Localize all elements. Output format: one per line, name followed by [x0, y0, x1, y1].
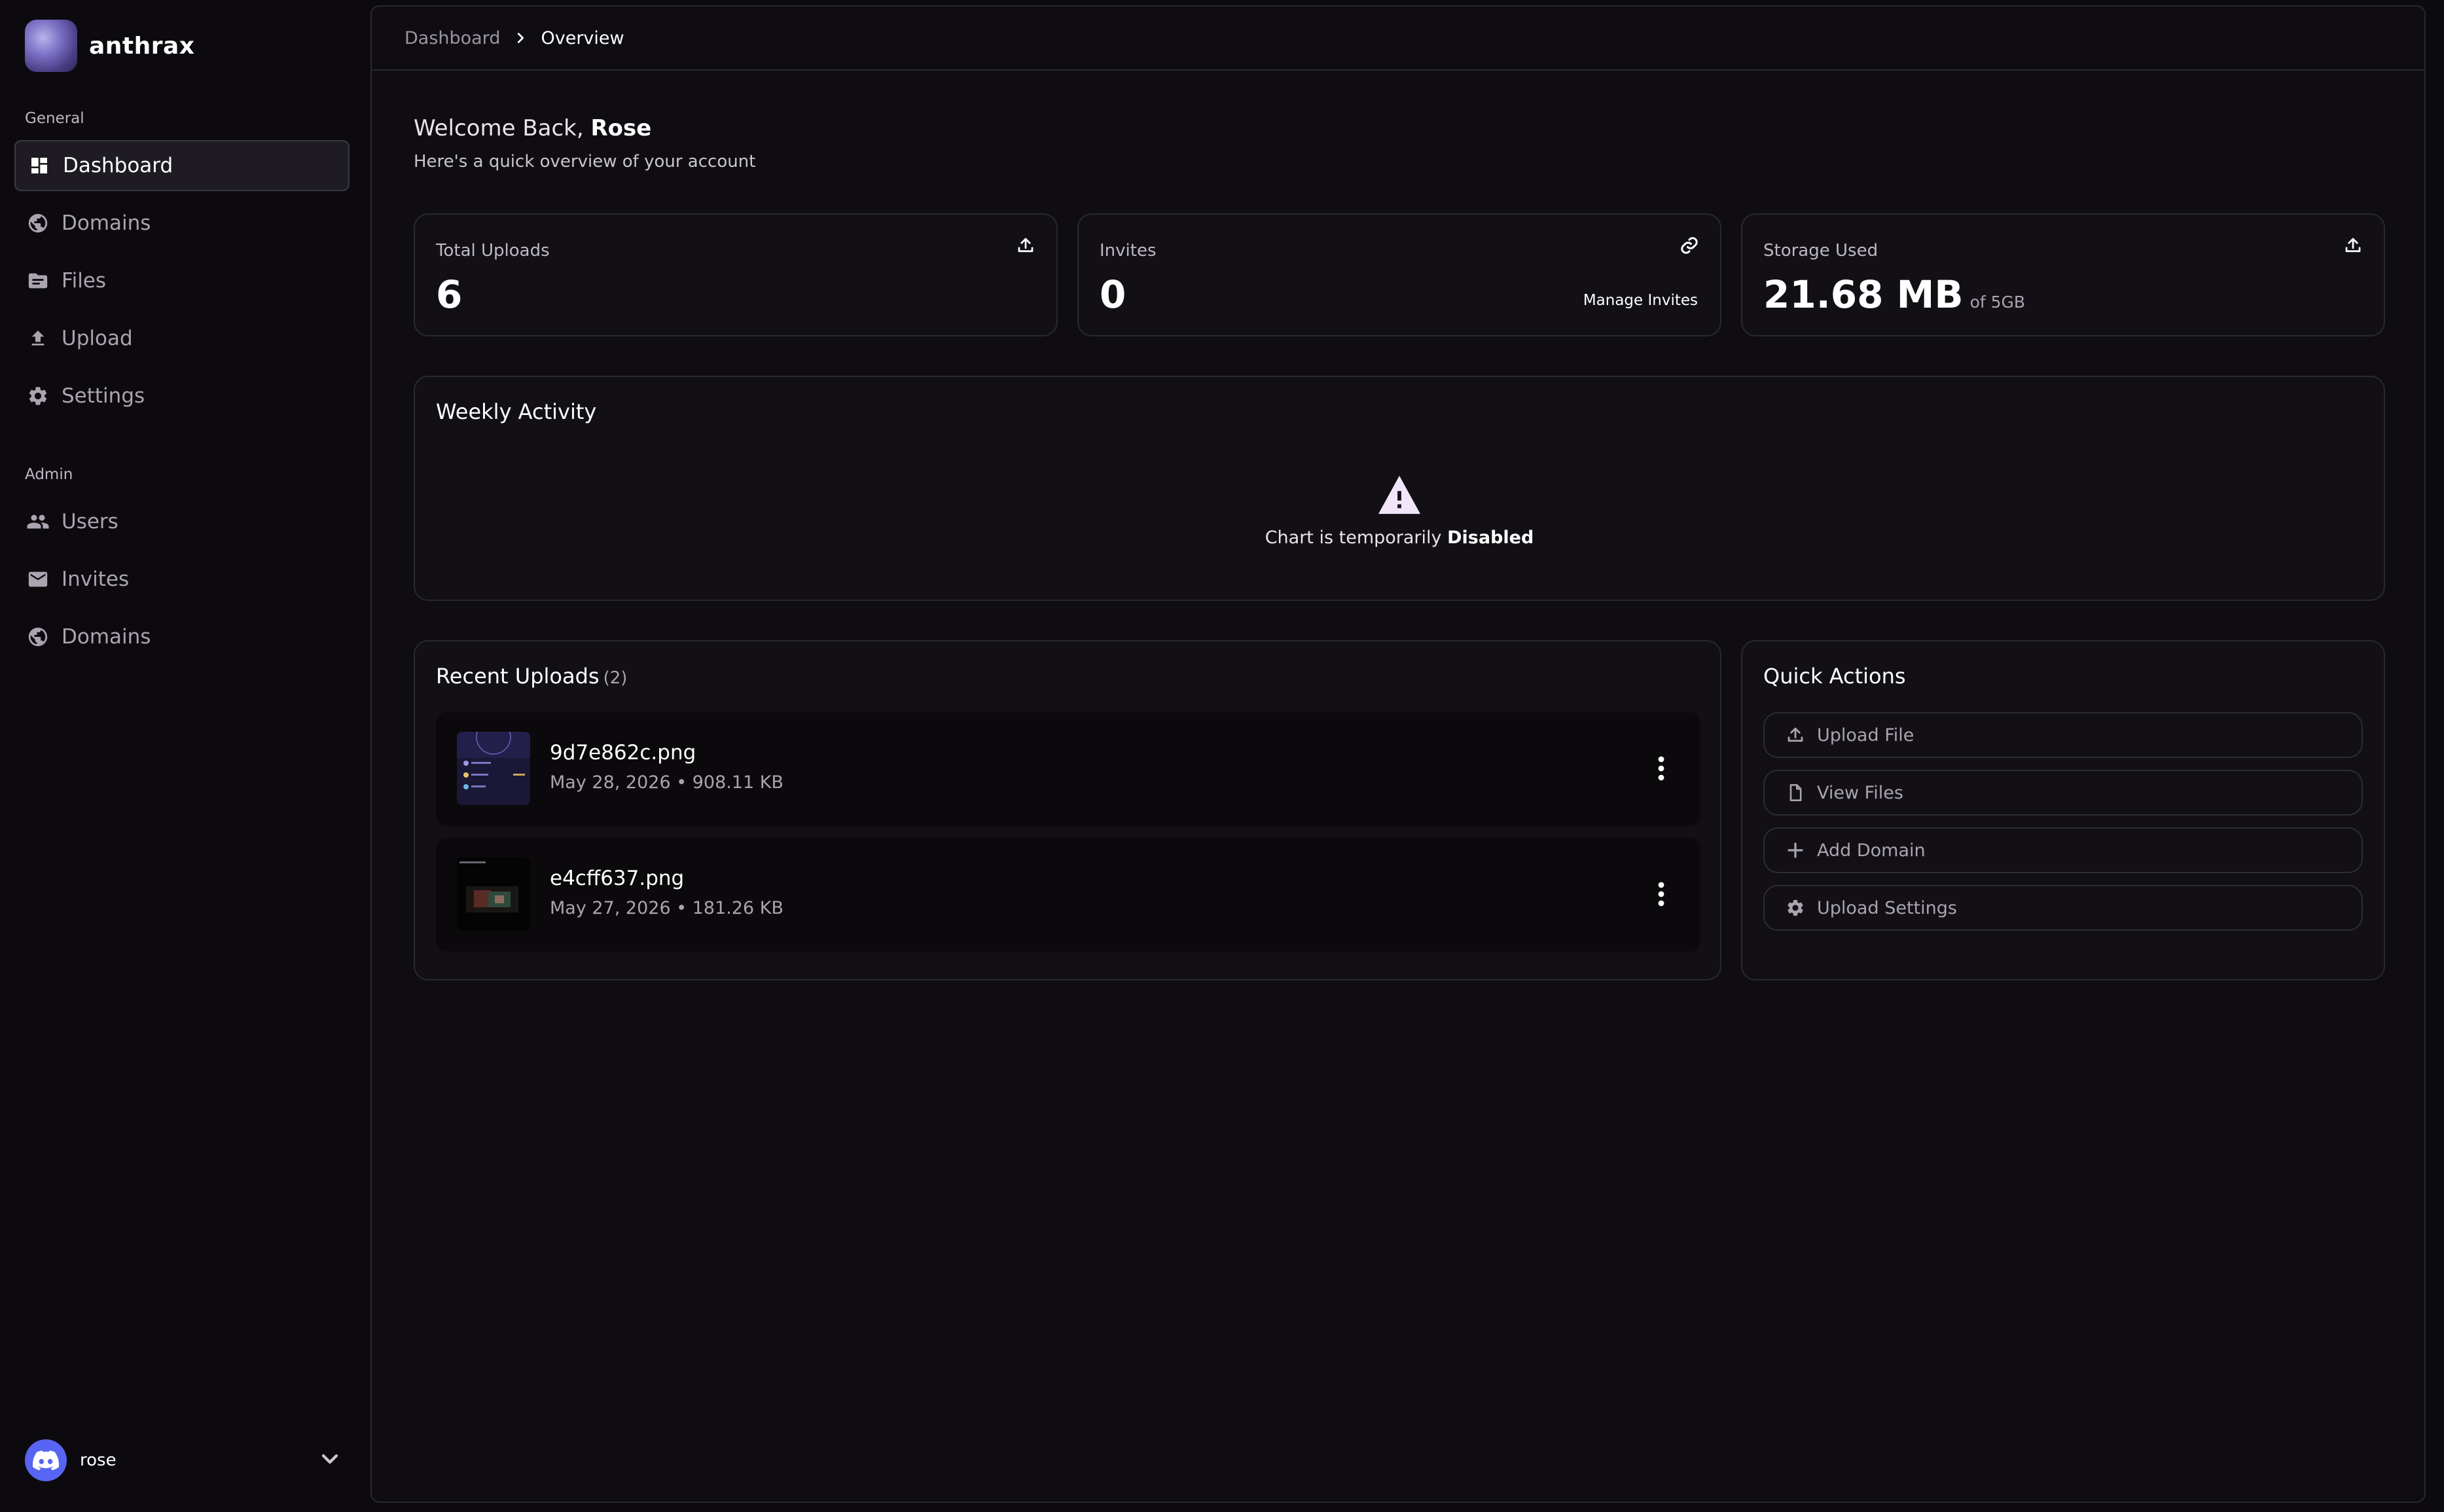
gear-icon [1786, 898, 1805, 918]
file-meta: May 28, 2026 • 908.11 KB [550, 772, 784, 793]
brand-name: anthrax [89, 32, 195, 60]
chevron-down-icon[interactable] [317, 1446, 343, 1475]
view-files-button[interactable]: View Files [1763, 770, 2363, 816]
recent-uploads-card: Recent Uploads (2) 9d7e862c.png May 28, 2… [414, 640, 1721, 981]
breadcrumb-parent[interactable]: Dashboard [404, 28, 500, 48]
manage-invites-link[interactable]: Manage Invites [1583, 292, 1698, 309]
button-label: Upload File [1817, 725, 1914, 746]
sidebar-item-label: Upload [62, 327, 133, 350]
sidebar-item-invites[interactable]: Invites [14, 554, 350, 605]
welcome-heading: Welcome Back, Rose [414, 115, 651, 141]
stat-label: Invites [1100, 241, 1157, 261]
button-label: View Files [1817, 782, 1903, 803]
stat-card-uploads: Total Uploads 6 [414, 213, 1058, 336]
welcome-user-name: Rose [590, 115, 652, 141]
stat-card-invites: Invites 0 Manage Invites [1077, 213, 1721, 336]
button-label: Add Domain [1817, 840, 1926, 861]
sidebar-item-dashboard[interactable]: Dashboard [14, 140, 350, 191]
upload-icon [2343, 236, 2363, 258]
sidebar-item-files[interactable]: Files [14, 255, 350, 306]
sidebar-item-settings[interactable]: Settings [14, 370, 350, 422]
chart-disabled-bold: Disabled [1447, 528, 1534, 548]
dashboard-icon [27, 154, 51, 177]
brand-logo [25, 20, 77, 72]
gear-icon [26, 384, 50, 408]
breadcrumb-current: Overview [541, 27, 624, 48]
upload-icon [1016, 236, 1035, 258]
file-name: e4cff637.png [550, 867, 685, 890]
button-label: Upload Settings [1817, 897, 1957, 918]
upload-file-button[interactable]: Upload File [1763, 712, 2363, 758]
section-label-admin: Admin [25, 466, 73, 483]
section-label-general: General [25, 110, 84, 127]
file-thumbnail [457, 857, 530, 931]
card-title: Weekly Activity [436, 399, 597, 424]
sidebar-item-label: Settings [62, 384, 145, 408]
card-title-wrap: Recent Uploads (2) [436, 664, 627, 689]
stat-card-storage: Storage Used 21.68 MB of 5GB [1741, 213, 2385, 336]
stat-unit: of 5GB [1969, 293, 2026, 312]
stat-value-wrap: 21.68 MB of 5GB [1763, 272, 2025, 317]
plus-icon [1786, 840, 1805, 860]
sidebar-item-label: Domains [62, 625, 151, 649]
globe-icon [26, 211, 50, 235]
quick-actions-card: Quick Actions Upload File View Files Add… [1741, 640, 2385, 981]
main-panel: Dashboard Overview Welcome Back, Rose He… [370, 5, 2426, 1503]
globe-icon [26, 625, 50, 649]
card-title: Quick Actions [1763, 664, 1906, 689]
upload-settings-button[interactable]: Upload Settings [1763, 885, 2363, 931]
brand[interactable]: anthrax [25, 20, 195, 72]
sidebar-item-label: Users [62, 510, 118, 533]
welcome-subtitle: Here's a quick overview of your account [414, 152, 756, 171]
sidebar-item-label: Files [62, 269, 107, 293]
more-options-icon[interactable] [1657, 755, 1665, 784]
sidebar-item-domains[interactable]: Domains [14, 198, 350, 249]
chart-disabled-notice: Chart is temporarily Disabled [415, 474, 2384, 548]
user-name: rose [80, 1450, 117, 1470]
mail-icon [26, 567, 50, 591]
upload-icon [26, 327, 50, 350]
stat-label: Total Uploads [436, 241, 550, 261]
breadcrumb: Dashboard Overview [372, 7, 2424, 71]
discord-icon [33, 1450, 59, 1470]
stat-value: 21.68 MB [1763, 272, 1964, 317]
file-icon [1786, 783, 1805, 802]
sidebar: anthrax General Dashboard Domains Files … [0, 0, 369, 1512]
sidebar-item-label: Invites [62, 567, 130, 591]
file-meta: May 27, 2026 • 181.26 KB [550, 898, 784, 918]
stat-label: Storage Used [1763, 241, 1878, 261]
sidebar-item-label: Domains [62, 211, 151, 235]
warning-icon [1378, 475, 1420, 514]
users-icon [26, 510, 50, 533]
user-menu[interactable]: rose [25, 1439, 343, 1482]
sidebar-item-upload[interactable]: Upload [14, 313, 350, 364]
file-name: 9d7e862c.png [550, 741, 696, 765]
upload-icon [1786, 725, 1805, 745]
more-options-icon[interactable] [1657, 881, 1665, 910]
chart-disabled-text: Chart is temporarily Disabled [415, 528, 2384, 548]
avatar [25, 1439, 67, 1481]
add-domain-button[interactable]: Add Domain [1763, 827, 2363, 873]
stat-value: 6 [436, 272, 463, 317]
stat-value: 0 [1100, 272, 1126, 317]
folder-icon [26, 269, 50, 293]
list-item[interactable]: e4cff637.png May 27, 2026 • 181.26 KB [436, 838, 1700, 952]
file-thumbnail [457, 732, 530, 805]
welcome-greeting: Welcome Back, [414, 115, 584, 141]
sidebar-item-users[interactable]: Users [14, 496, 350, 547]
sidebar-item-admin-domains[interactable]: Domains [14, 611, 350, 662]
chevron-right-icon [513, 31, 528, 45]
weekly-activity-card: Weekly Activity Chart is temporarily Dis… [414, 376, 2385, 601]
card-title: Recent Uploads [436, 664, 600, 689]
link-icon [1680, 236, 1699, 258]
chart-disabled-message: Chart is temporarily [1265, 528, 1442, 548]
recent-count: (2) [603, 668, 628, 688]
list-item[interactable]: 9d7e862c.png May 28, 2026 • 908.11 KB [436, 712, 1700, 826]
sidebar-item-label: Dashboard [63, 154, 173, 177]
